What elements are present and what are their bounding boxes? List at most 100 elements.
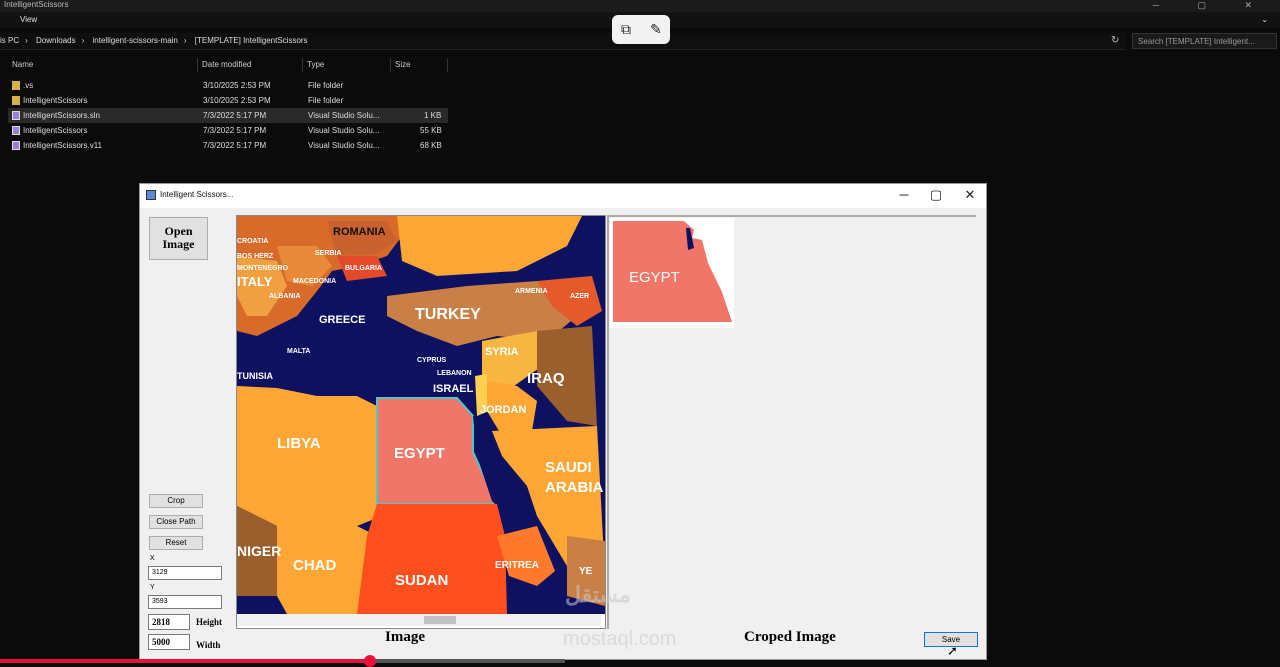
explorer-window-controls[interactable]: ─ ▢ ✕ xyxy=(1153,0,1270,11)
breadcrumb-item[interactable]: Downloads xyxy=(36,36,76,45)
width-field[interactable]: 5000 xyxy=(148,634,190,650)
file-date: 7/3/2022 5:17 PM xyxy=(203,111,267,120)
map-label: CYPRUS xyxy=(417,357,447,364)
breadcrumb-item[interactable]: intelligent-scissors-main xyxy=(93,36,178,45)
map-label: MALTA xyxy=(287,348,311,355)
height-label: Height xyxy=(196,617,222,627)
address-bar[interactable]: is PC › Downloads › intelligent-scissors-m… xyxy=(0,33,1125,50)
map-label: CROATIA xyxy=(237,238,269,245)
picture-in-picture-icon[interactable]: ⧉ xyxy=(618,21,634,37)
map-label: YE xyxy=(579,566,593,577)
chevron-down-icon[interactable]: ⌄ xyxy=(1261,12,1268,28)
width-label: Width xyxy=(196,640,221,650)
map-label: TURKEY xyxy=(415,306,481,323)
map-label: BOS HERZ xyxy=(237,253,274,260)
map-label: LEBANON xyxy=(437,370,472,377)
file-date: 3/10/2025 2:53 PM xyxy=(203,81,271,90)
solution-file-icon xyxy=(12,126,20,136)
app-icon xyxy=(146,190,156,200)
map-label: ALBANIA xyxy=(269,293,301,300)
map-label: SUDAN xyxy=(395,572,449,589)
y-field[interactable]: 3593 xyxy=(148,595,222,609)
file-row[interactable]: .vs 3/10/2025 2:53 PM File folder xyxy=(8,78,448,93)
menu-view[interactable]: View xyxy=(0,15,37,24)
breadcrumb-item[interactable]: is PC xyxy=(0,36,19,45)
map-label: IRAQ xyxy=(527,370,565,387)
map-label: MONTENEGRO xyxy=(237,265,288,272)
map-label: SERBIA xyxy=(315,250,342,257)
map-label: ITALY xyxy=(237,274,273,289)
column-header-size[interactable]: Size xyxy=(391,58,448,72)
column-header-date[interactable]: Date modified xyxy=(198,58,303,72)
file-type: Visual Studio Solu... xyxy=(308,111,380,120)
chevron-right-icon: › xyxy=(25,36,28,45)
column-header-type[interactable]: Type xyxy=(303,58,391,72)
video-overlay-toolbar: ⧉ ✎ xyxy=(612,15,670,44)
y-label: Y xyxy=(150,584,155,591)
search-input[interactable]: Search [TEMPLATE] Intelligent... xyxy=(1132,33,1277,49)
explorer-title: IntelligentScissors xyxy=(4,0,69,9)
minimize-icon[interactable]: ─ xyxy=(894,187,914,202)
map-label: GREECE xyxy=(319,314,366,326)
chevron-right-icon: › xyxy=(81,36,85,45)
map-label: ISRAEL xyxy=(433,383,474,395)
map-label: MACEDONIA xyxy=(293,278,337,285)
file-date: 7/3/2022 5:17 PM xyxy=(203,141,267,150)
file-row[interactable]: IntelligentScissors 3/10/2025 2:53 PM Fi… xyxy=(8,93,448,108)
x-label: X xyxy=(150,555,155,562)
file-row[interactable]: IntelligentScissors.v11 7/3/2022 5:17 PM… xyxy=(8,138,448,153)
file-type: File folder xyxy=(308,81,344,90)
map-label: SYRIA xyxy=(485,346,519,358)
chevron-right-icon: › xyxy=(183,36,187,45)
file-size: 1 KB xyxy=(424,111,442,120)
watermark-arabic: مستقل xyxy=(565,582,631,607)
file-row[interactable]: IntelligentScissors 7/3/2022 5:17 PM Vis… xyxy=(8,123,448,138)
reset-button[interactable]: Reset xyxy=(149,536,203,550)
file-row[interactable]: IntelligentScissors.sln 7/3/2022 5:17 PM… xyxy=(8,108,448,123)
intelligent-scissors-window: Intelligent Scissors... ─ ▢ ✕ Open Image… xyxy=(139,183,987,660)
image-caption: Image xyxy=(385,629,425,645)
folder-icon xyxy=(12,81,20,91)
watermark-latin: mostaql.com xyxy=(563,628,677,650)
refresh-icon[interactable]: ↻ xyxy=(1111,35,1119,46)
horizontal-scrollbar[interactable] xyxy=(237,614,601,626)
map-labels: ROMANIA SERBIA BULGARIA CROATIA BOS HERZ… xyxy=(237,216,605,614)
map-label: NIGER xyxy=(237,543,282,559)
explorer-title-bar: IntelligentScissors xyxy=(0,0,1280,12)
breadcrumb-item[interactable]: [TEMPLATE] IntelligentScissors xyxy=(195,36,308,45)
video-progress-handle[interactable] xyxy=(364,655,376,667)
cropped-image-caption: Croped Image xyxy=(744,629,836,645)
open-image-button[interactable]: Open Image xyxy=(149,217,208,260)
maximize-icon[interactable]: ▢ xyxy=(926,187,946,203)
crop-button[interactable]: Crop xyxy=(149,494,203,508)
app-title: Intelligent Scissors... xyxy=(160,190,234,199)
column-header-name[interactable]: Name xyxy=(8,58,198,72)
file-name: IntelligentScissors xyxy=(23,96,88,105)
map-label: ERITREA xyxy=(495,560,539,571)
file-type: Visual Studio Solu... xyxy=(308,141,380,150)
app-title-bar: Intelligent Scissors... ─ ▢ ✕ xyxy=(140,184,986,208)
map-label: LIBYA xyxy=(277,435,321,452)
map-label: TUNISIA xyxy=(237,371,273,381)
height-field[interactable]: 2818 xyxy=(148,614,190,630)
file-size: 68 KB xyxy=(420,141,442,150)
map-label: EGYPT xyxy=(394,445,445,462)
map-label: CHAD xyxy=(293,557,337,574)
file-date: 3/10/2025 2:53 PM xyxy=(203,96,271,105)
file-date: 7/3/2022 5:17 PM xyxy=(203,126,267,135)
cropped-image-panel: EGYPT xyxy=(607,215,976,629)
map-label: AZER xyxy=(570,293,590,300)
x-field[interactable]: 3129 xyxy=(148,566,222,580)
file-name: IntelligentScissors.v11 xyxy=(23,141,102,150)
file-name: .vs xyxy=(23,81,34,90)
file-name: IntelligentScissors.sln xyxy=(23,111,100,120)
solution-file-icon xyxy=(12,111,20,121)
file-size: 55 KB xyxy=(420,126,442,135)
image-panel[interactable]: ROMANIA SERBIA BULGARIA CROATIA BOS HERZ… xyxy=(236,215,606,629)
cropped-label: EGYPT xyxy=(629,269,680,286)
notes-icon[interactable]: ✎ xyxy=(648,21,664,37)
close-icon[interactable]: ✕ xyxy=(960,187,980,203)
close-path-button[interactable]: Close Path xyxy=(149,515,203,529)
horizontal-scroll-thumb[interactable] xyxy=(424,616,456,624)
map-label: SAUDI ARABIA xyxy=(545,459,604,496)
